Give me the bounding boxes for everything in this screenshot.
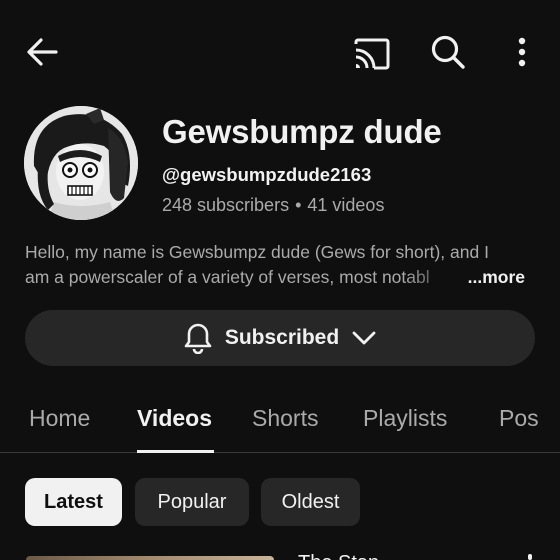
video-thumbnail[interactable] xyxy=(26,556,274,560)
description-line-2: am a powerscaler of a variety of verses,… xyxy=(25,265,535,290)
tab-shorts[interactable]: Shorts xyxy=(252,388,318,448)
more-options-button[interactable] xyxy=(505,32,539,72)
stats-separator: • xyxy=(295,195,302,215)
filter-chip-latest[interactable]: Latest xyxy=(25,478,122,526)
channel-tabs: Home Videos Shorts Playlists Pos xyxy=(0,388,560,452)
tab-posts[interactable]: Pos xyxy=(499,388,539,448)
video-title[interactable]: The Stan... xyxy=(298,552,396,560)
tabs-divider xyxy=(0,452,560,453)
search-button[interactable] xyxy=(428,32,468,72)
video-more-icon[interactable] xyxy=(528,554,532,560)
cast-button[interactable] xyxy=(352,34,392,74)
cast-icon xyxy=(354,38,390,70)
more-vertical-icon xyxy=(518,37,526,67)
subscriber-count: 248 subscribers xyxy=(162,195,290,215)
subscribed-label: Subscribed xyxy=(224,326,340,349)
active-tab-indicator xyxy=(137,450,214,453)
description-line-1: Hello, my name is Gewsbumpz dude (Gews f… xyxy=(25,242,489,262)
tab-playlists[interactable]: Playlists xyxy=(363,388,447,448)
chevron-down-icon xyxy=(352,331,376,345)
back-button[interactable] xyxy=(22,32,62,72)
avatar-image xyxy=(24,106,138,220)
channel-stats: 248 subscribers • 41 videos xyxy=(162,195,384,216)
description-more-link[interactable]: ...more xyxy=(465,265,525,290)
channel-handle: @gewsbumpzdude2163 xyxy=(162,164,372,185)
channel-avatar[interactable] xyxy=(24,106,138,220)
arrow-left-icon xyxy=(27,38,58,66)
channel-name: Gewsbumpz dude xyxy=(162,113,442,150)
bell-icon xyxy=(184,323,212,354)
tab-videos[interactable]: Videos xyxy=(137,388,212,448)
description-fade xyxy=(403,265,463,290)
filter-chip-oldest[interactable]: Oldest xyxy=(261,478,360,526)
tab-home[interactable]: Home xyxy=(29,388,90,448)
video-count: 41 videos xyxy=(307,195,385,215)
description-line-2-text: am a powerscaler of a variety of verses,… xyxy=(25,267,430,287)
subscribed-button[interactable]: Subscribed xyxy=(25,310,535,366)
channel-description[interactable]: Hello, my name is Gewsbumpz dude (Gews f… xyxy=(25,240,535,290)
filter-chip-popular[interactable]: Popular xyxy=(135,478,249,526)
top-app-bar xyxy=(0,0,560,104)
search-icon xyxy=(431,35,465,69)
